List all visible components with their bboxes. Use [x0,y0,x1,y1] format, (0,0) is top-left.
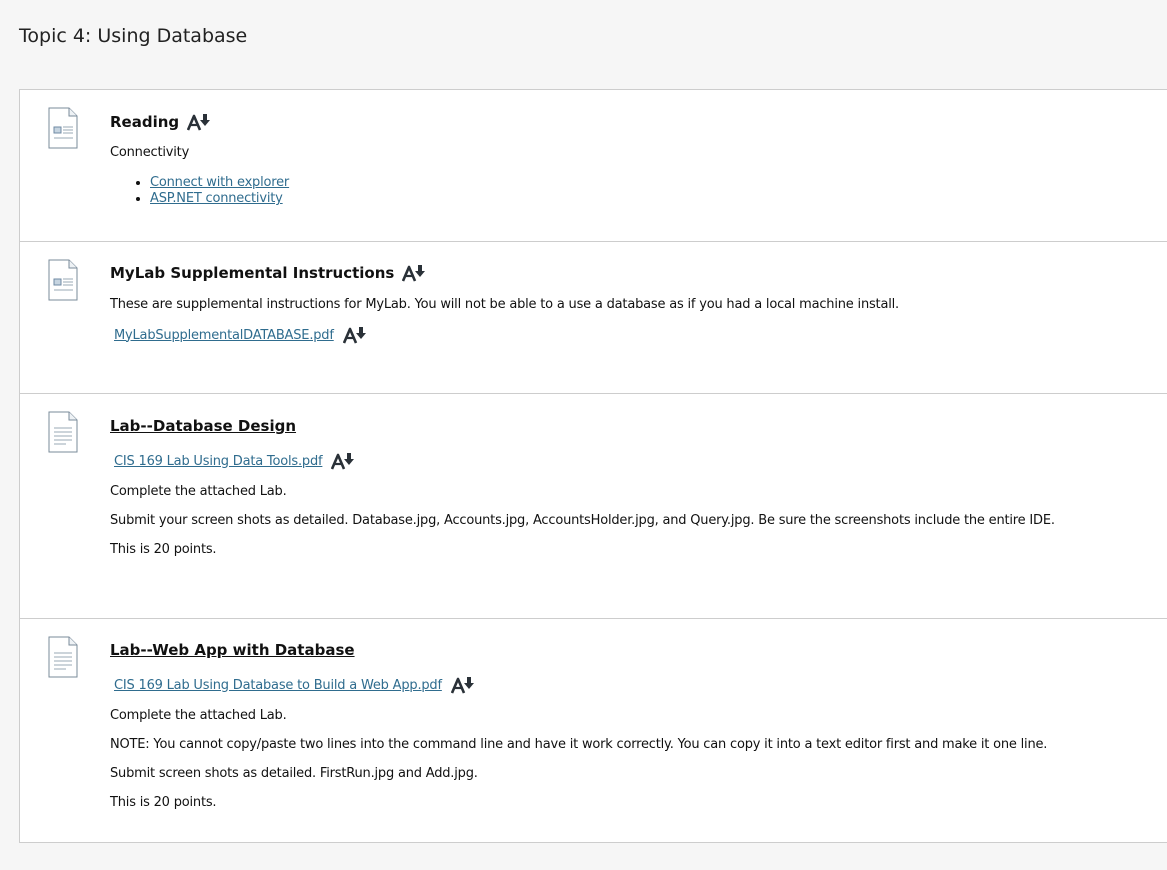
attached-file: MyLabSupplementalDATABASE.pdf [110,326,369,344]
item-paragraph: This is 20 points. [110,795,217,810]
item-paragraph: Submit screen shots as detailed. FirstRu… [110,766,478,781]
item-title-text: MyLab Supplemental Instructions [110,264,395,282]
document-icon [48,636,78,678]
alternative-formats-icon[interactable] [402,264,428,282]
item-title[interactable]: Lab--Web App with Database [110,641,355,659]
file-link[interactable]: CIS 169 Lab Using Data Tools.pdf [114,454,323,469]
list-item: Connect with explorer [150,175,289,191]
item-paragraph: Submit your screen shots as detailed. Da… [110,513,1055,528]
list-item: ASP.NET connectivity [150,191,289,207]
file-link[interactable]: CIS 169 Lab Using Database to Build a We… [114,678,442,693]
attached-file: CIS 169 Lab Using Data Tools.pdf [110,452,357,470]
alternative-formats-icon[interactable] [342,326,369,344]
item-title[interactable]: Lab--Database Design [110,417,296,435]
document-icon [48,107,78,149]
alternative-formats-icon[interactable] [450,676,477,694]
file-link[interactable]: MyLabSupplementalDATABASE.pdf [114,328,334,343]
item-title-link[interactable]: Lab--Database Design [110,417,296,435]
item-title-text: Reading [110,113,180,131]
attached-file: CIS 169 Lab Using Database to Build a We… [110,676,477,694]
item-paragraph: NOTE: You cannot copy/paste two lines in… [110,737,1048,752]
content-item-reading: Reading Connectivity Connect with explor… [20,90,1167,242]
item-title: Reading [110,113,213,131]
content-item-lab-database-design: Lab--Database Design CIS 169 Lab Using D… [20,394,1167,619]
link-connect-with-explorer[interactable]: Connect with explorer [150,175,289,190]
item-paragraph: This is 20 points. [110,542,217,557]
document-icon [48,411,78,453]
page-title: Topic 4: Using Database [19,25,248,47]
content-list: Reading Connectivity Connect with explor… [19,89,1167,843]
link-aspnet-connectivity[interactable]: ASP.NET connectivity [150,191,283,206]
item-title-link[interactable]: Lab--Web App with Database [110,641,355,659]
item-description: These are supplemental instructions for … [110,297,899,312]
document-icon [48,259,78,301]
item-paragraph: Complete the attached Lab. [110,708,287,723]
content-item-lab-web-app: Lab--Web App with Database CIS 169 Lab U… [20,619,1167,842]
alternative-formats-icon[interactable] [187,113,213,131]
alternative-formats-icon[interactable] [331,452,357,470]
item-paragraph: Complete the attached Lab. [110,484,287,499]
content-item-mylab-instructions: MyLab Supplemental Instructions These ar… [20,242,1167,394]
item-title: MyLab Supplemental Instructions [110,264,428,282]
reading-link-list: Connect with explorer ASP.NET connectivi… [110,175,289,207]
item-description: Connectivity [110,145,190,160]
